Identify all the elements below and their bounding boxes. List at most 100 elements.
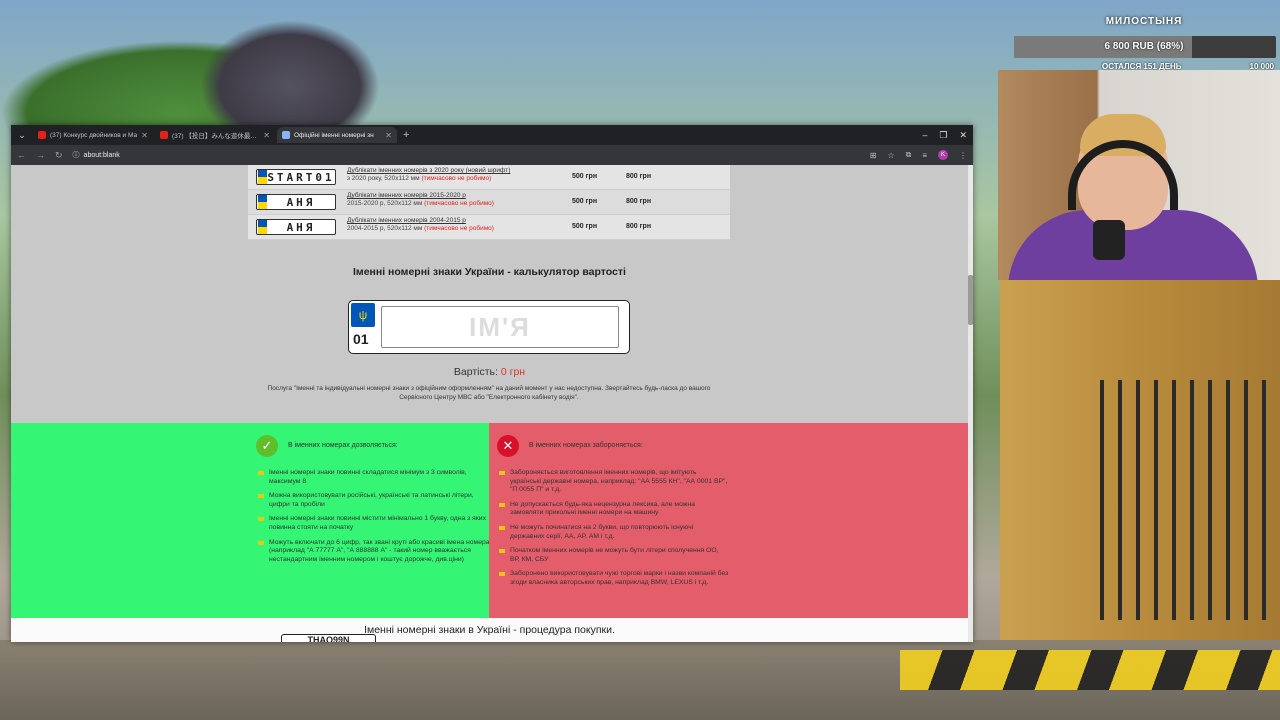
plate-text: АНЯ [286, 195, 316, 209]
check-icon: ✓ [256, 435, 278, 457]
allowed-list: Іменні номерні знаки повинні складатися … [258, 469, 490, 570]
minimize-icon[interactable]: – [922, 130, 927, 140]
background-character [200, 20, 380, 130]
price-row: АНЯ Дублікати іменних номерів 2004-2015 … [248, 215, 730, 240]
tab-title: Офіційні іменні номерні зн [294, 131, 374, 139]
cost-label: Вартість: [453, 366, 498, 378]
price-2: 800 грн [626, 173, 652, 180]
trident-icon: ψ [351, 303, 375, 327]
webcam-feed [998, 70, 1280, 280]
list-item: Заборонено використовувати чужі торгові … [499, 570, 729, 587]
price-note: (тимчасово не робимо) [424, 225, 494, 232]
address-bar: ← → ↻ ⓘ about:blank ⊞ ☆ ⧉ ≡ K ⋮ [11, 145, 973, 165]
price-title-link[interactable]: Дублікати іменних номерів 2004-2015 р [347, 217, 466, 224]
price-title-link[interactable]: Дублікати іменних номерів 2015-2020 р [347, 192, 466, 199]
list-item: Не можуть починатися на 2 букви, що повт… [499, 524, 729, 541]
price-note: (тимчасово не робимо) [421, 175, 492, 182]
price-sub: з 2020 року, 520х112 мм [347, 175, 420, 182]
price-description: Дублікати іменних номерів з 2020 року (н… [347, 167, 547, 183]
tab-bar: ⌄ (37) Конкурс двойников и Ма ✕ (37) 【投日… [11, 125, 973, 145]
url-field[interactable]: ⓘ about:blank [73, 150, 120, 160]
allowed-heading: В іменних номерах дозволяється: [288, 442, 398, 449]
page-content: START01 Дублікати іменних номерів з 2020… [11, 165, 968, 642]
cost-display: Вартість: 0 грн [11, 366, 968, 378]
price-table: START01 Дублікати іменних номерів з 2020… [248, 165, 730, 240]
profile-avatar[interactable]: K [938, 150, 948, 160]
bookmark-star-icon[interactable]: ☆ [887, 151, 894, 160]
forward-icon[interactable]: → [36, 150, 45, 160]
price-1: 500 грн [572, 223, 598, 230]
microphone-icon [1093, 220, 1125, 260]
footer-plate-preview: THAQ99N [281, 634, 376, 642]
donation-amount: 6 800 RUB (68%) [1104, 41, 1184, 52]
forbidden-heading: В іменних номерах забороняється: [529, 442, 643, 449]
price-1: 500 грн [572, 198, 598, 205]
forbidden-list: Забороняється виготовлення іменних номер… [499, 469, 729, 594]
window-controls: – ❐ ✕ [922, 125, 967, 145]
scrollbar[interactable] [968, 165, 973, 642]
youtube-icon [38, 131, 46, 139]
list-item: Іменні номерні знаки повинні містити мін… [258, 515, 490, 532]
background-fence [1100, 380, 1280, 620]
youtube-icon [160, 131, 168, 139]
plate-preview: START01 [256, 169, 336, 185]
calculator-title: Іменні номерні знаки України - калькулят… [353, 266, 626, 278]
plate-calculator: ψ 01 [348, 300, 630, 354]
tab-2[interactable]: (37) 【投日】みんな遊休最後の日 ✕ [155, 127, 275, 143]
restore-icon[interactable]: ❐ [939, 130, 947, 141]
list-item: Початком іменних номерів не можуть бути … [499, 547, 729, 564]
document-icon [282, 131, 290, 139]
info-icon: ⓘ [72, 152, 80, 159]
ua-flag-icon [258, 170, 267, 184]
close-icon[interactable]: ✕ [385, 131, 392, 140]
cross-icon: ✕ [497, 435, 519, 457]
list-item: Не допускається будь-яка нецензурна лекс… [499, 501, 729, 518]
list-item: Можуть включати до 6 цифр, так звані кру… [258, 539, 490, 565]
donation-title: МИЛОСТЫНЯ [1105, 16, 1183, 27]
background-crossing-barrier [900, 650, 1280, 690]
back-icon[interactable]: ← [17, 150, 26, 160]
list-item: Іменні номерні знаки повинні складатися … [258, 469, 490, 486]
close-icon[interactable]: ✕ [263, 131, 270, 140]
price-title-link[interactable]: Дублікати іменних номерів з 2020 року (н… [347, 167, 510, 174]
purchase-section: Іменні номерні знаки в Україні - процеду… [11, 618, 968, 642]
plate-preview: АНЯ [256, 194, 336, 210]
scrollbar-thumb[interactable] [968, 275, 973, 325]
tab-title: (37) 【投日】みんな遊休最後の日 [172, 133, 259, 140]
allowed-rules-panel: ✓ В іменних номерах дозволяється: Іменні… [11, 423, 490, 618]
extensions-icon[interactable]: ⧉ [906, 150, 912, 160]
region-code: 01 [353, 331, 369, 347]
price-sub: 2015-2020 р, 520х112 мм [347, 200, 423, 207]
cost-value: 0 грн [500, 366, 526, 378]
price-description: Дублікати іменних номерів 2015-2020 р 20… [347, 192, 547, 208]
translate-icon[interactable]: ⊞ [870, 151, 877, 160]
new-tab-button[interactable]: + [403, 129, 409, 141]
tab-title: (37) Конкурс двойников и Ма [50, 131, 138, 139]
url-text: about:blank [83, 151, 120, 159]
plate-name-input[interactable] [381, 306, 619, 348]
list-item: Можна використовувати російські, українс… [258, 492, 490, 509]
menu-icon[interactable]: ⋮ [959, 151, 967, 160]
ua-flag-icon [258, 220, 267, 234]
donation-widget: МИЛОСТЫНЯ 6 800 RUB (68%) ОСТАЛСЯ 151 ДЕ… [1012, 8, 1276, 71]
plate-preview: АНЯ [256, 219, 336, 235]
tab-1[interactable]: (37) Конкурс двойников и Ма ✕ [33, 127, 153, 143]
media-icon[interactable]: ≡ [922, 151, 927, 160]
price-note: (тимчасово не робимо) [424, 200, 494, 207]
price-1: 500 грн [572, 173, 598, 180]
price-row: АНЯ Дублікати іменних номерів 2015-2020 … [248, 190, 730, 215]
price-row: START01 Дублікати іменних номерів з 2020… [248, 165, 730, 190]
toolbar-actions: ⊞ ☆ ⧉ ≡ K ⋮ [870, 145, 967, 165]
reload-icon[interactable]: ↻ [55, 150, 63, 161]
close-icon[interactable]: ✕ [141, 131, 148, 140]
purchase-title: Іменні номерні знаки в Україні - процеду… [364, 624, 615, 636]
tab-3-active[interactable]: Офіційні іменні номерні зн ✕ [277, 127, 397, 143]
close-window-icon[interactable]: ✕ [959, 130, 967, 141]
tab-search-icon[interactable]: ⌄ [15, 128, 29, 142]
ua-flag-icon [258, 195, 267, 209]
list-item: Забороняється виготовлення іменних номер… [499, 469, 729, 495]
service-notice: Послуга "Іменні та індивідуальні номерні… [267, 385, 711, 401]
forbidden-rules-panel: ✕ В іменних номерах забороняється: Забор… [489, 423, 968, 618]
plate-text: START01 [267, 170, 335, 184]
browser-window: ⌄ (37) Конкурс двойников и Ма ✕ (37) 【投日… [11, 125, 973, 642]
